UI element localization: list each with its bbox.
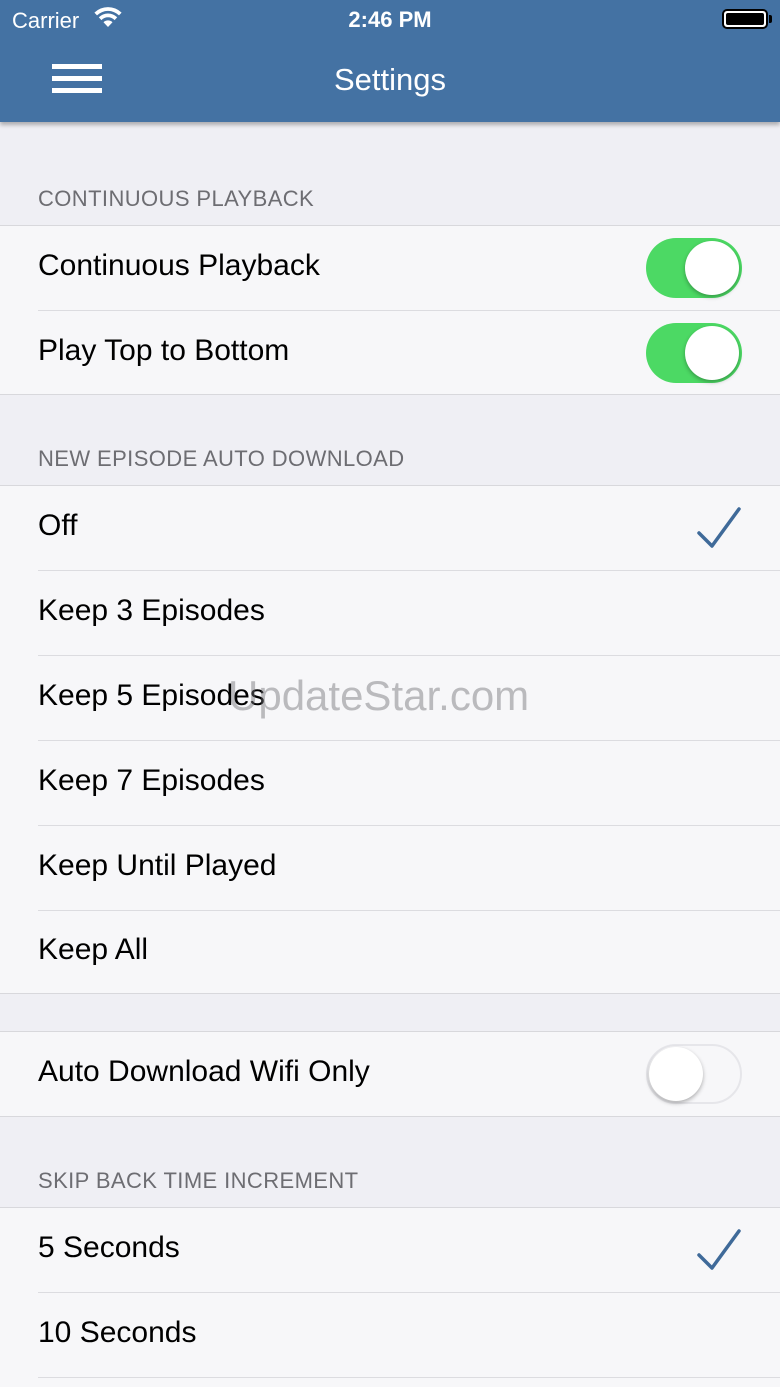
auto-download-group: Off Keep 3 Episodes Keep 5 Episodes Keep… [0, 485, 780, 994]
continuous-playback-toggle[interactable] [646, 238, 742, 298]
row-label: Play Top to Bottom [38, 334, 290, 367]
wifi-only-toggle[interactable] [646, 1044, 742, 1104]
option-row-keep-all[interactable]: Keep All [0, 910, 780, 995]
skip-back-group: 5 Seconds 10 Seconds [0, 1207, 780, 1387]
option-row-keep-3[interactable]: Keep 3 Episodes [0, 571, 780, 656]
toggle-knob [649, 1047, 703, 1101]
toggle-knob [685, 326, 739, 380]
option-label: Keep 3 Episodes [38, 594, 265, 627]
row-label: Auto Download Wifi Only [38, 1055, 370, 1088]
divider [38, 1377, 780, 1378]
option-label: Keep Until Played [38, 849, 277, 882]
section-header-auto-download: NEW EPISODE AUTO DOWNLOAD [38, 446, 405, 471]
option-row-keep-7[interactable]: Keep 7 Episodes [0, 741, 780, 826]
battery-icon [722, 9, 768, 29]
status-bar: Carrier 2:46 PM [0, 0, 780, 40]
option-label: Keep All [38, 933, 149, 966]
section-header-skip-back: SKIP BACK TIME INCREMENT [38, 1168, 359, 1193]
settings-row-play-top-to-bottom: Play Top to Bottom [0, 311, 780, 396]
section-header-continuous-playback: CONTINUOUS PLAYBACK [38, 186, 315, 211]
toggle-knob [685, 241, 739, 295]
wifi-group: Auto Download Wifi Only [0, 1031, 780, 1117]
row-label: Continuous Playback [38, 249, 320, 282]
option-label: 5 Seconds [38, 1231, 180, 1264]
settings-row-continuous-playback: Continuous Playback [0, 226, 780, 311]
settings-row-wifi-only: Auto Download Wifi Only [0, 1032, 780, 1117]
option-row-keep-until-played[interactable]: Keep Until Played [0, 826, 780, 911]
option-label: Keep 7 Episodes [38, 764, 265, 797]
option-row-keep-5[interactable]: Keep 5 Episodes [0, 656, 780, 741]
option-label: Keep 5 Episodes [38, 679, 265, 712]
play-top-to-bottom-toggle[interactable] [646, 323, 742, 383]
battery-tip [769, 15, 772, 23]
status-time: 2:46 PM [348, 7, 432, 32]
page-title: Settings [333, 62, 446, 97]
option-label: Off [38, 509, 78, 542]
checkmark-icon [697, 507, 741, 548]
continuous-playback-group: Continuous Playback Play Top to Bottom [0, 225, 780, 395]
option-label: 10 Seconds [38, 1316, 197, 1349]
checkmark-icon [697, 1229, 741, 1270]
navigation-bar: Carrier 2:46 PM Settings [0, 0, 780, 122]
option-row-off[interactable]: Off [0, 486, 780, 571]
option-row-10-seconds[interactable]: 10 Seconds [0, 1293, 780, 1378]
option-row-5-seconds[interactable]: 5 Seconds [0, 1208, 780, 1293]
